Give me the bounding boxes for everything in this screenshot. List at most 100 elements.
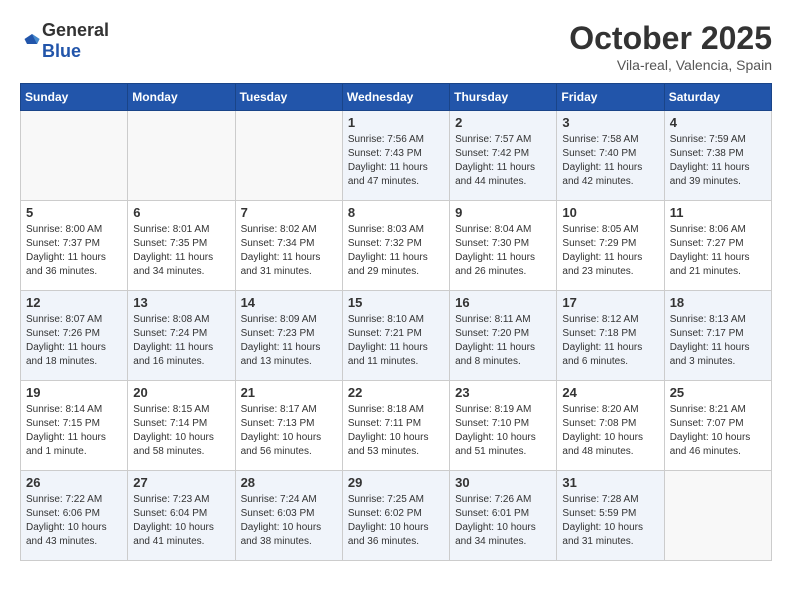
calendar-cell — [235, 111, 342, 201]
day-number: 27 — [133, 475, 229, 490]
day-number: 7 — [241, 205, 337, 220]
week-row-5: 26 Sunrise: 7:22 AMSunset: 6:06 PMDayligh… — [21, 471, 772, 561]
month-title: October 2025 — [569, 20, 772, 57]
header-row: SundayMondayTuesdayWednesdayThursdayFrid… — [21, 84, 772, 111]
day-number: 13 — [133, 295, 229, 310]
calendar-cell — [128, 111, 235, 201]
day-number: 20 — [133, 385, 229, 400]
calendar-cell: 20Sunrise: 8:15 AMSunset: 7:14 PMDayligh… — [128, 381, 235, 471]
day-header-saturday: Saturday — [664, 84, 771, 111]
day-number: 5 — [26, 205, 122, 220]
logo-icon — [22, 29, 42, 49]
logo-general: General — [42, 20, 109, 40]
day-number: 25 — [670, 385, 766, 400]
calendar-cell: 18 Sunrise: 8:13 AMSunset: 7:17 PMDayligh… — [664, 291, 771, 381]
calendar-cell: 4Sunrise: 7:59 AMSunset: 7:38 PMDaylight… — [664, 111, 771, 201]
calendar-cell: 26 Sunrise: 7:22 AMSunset: 6:06 PMDayligh… — [21, 471, 128, 561]
day-number: 22 — [348, 385, 444, 400]
day-info: Sunrise: 7:57 AMSunset: 7:42 PMDaylight:… — [455, 133, 551, 189]
calendar-table: SundayMondayTuesdayWednesdayThursdayFrid… — [20, 83, 772, 561]
day-info: Sunrise: 8:21 AMSunset: 7:07 PMDaylight:… — [670, 403, 766, 459]
week-row-4: 19 Sunrise: 8:14 AMSunset: 7:15 PMDayligh… — [21, 381, 772, 471]
calendar-cell: 2 Sunrise: 7:57 AMSunset: 7:42 PMDaylight… — [450, 111, 557, 201]
calendar-cell: 3 Sunrise: 7:58 AMSunset: 7:40 PMDaylight… — [557, 111, 664, 201]
day-info: Sunrise: 8:08 AMSunset: 7:24 PMDaylight:… — [133, 313, 229, 369]
week-row-1: 1Sunrise: 7:56 AMSunset: 7:43 PMDaylight… — [21, 111, 772, 201]
page-header: General Blue October 2025 Vila-real, Val… — [20, 20, 772, 73]
day-info: Sunrise: 7:56 AMSunset: 7:43 PMDaylight:… — [348, 133, 444, 189]
calendar-cell: 23Sunrise: 8:19 AMSunset: 7:10 PMDayligh… — [450, 381, 557, 471]
day-header-thursday: Thursday — [450, 84, 557, 111]
calendar-cell: 15Sunrise: 8:10 AMSunset: 7:21 PMDayligh… — [342, 291, 449, 381]
day-number: 10 — [562, 205, 658, 220]
week-row-3: 12Sunrise: 8:07 AMSunset: 7:26 PMDayligh… — [21, 291, 772, 381]
calendar-cell: 25 Sunrise: 8:21 AMSunset: 7:07 PMDayligh… — [664, 381, 771, 471]
calendar-cell: 13 Sunrise: 8:08 AMSunset: 7:24 PMDayligh… — [128, 291, 235, 381]
day-info: Sunrise: 7:28 AMSunset: 5:59 PMDaylight:… — [562, 493, 658, 549]
day-number: 24 — [562, 385, 658, 400]
day-info: Sunrise: 8:13 AMSunset: 7:17 PMDaylight:… — [670, 313, 766, 369]
calendar-cell: 11 Sunrise: 8:06 AMSunset: 7:27 PMDayligh… — [664, 201, 771, 291]
day-info: Sunrise: 8:12 AMSunset: 7:18 PMDaylight:… — [562, 313, 658, 369]
calendar-cell: 6Sunrise: 8:01 AMSunset: 7:35 PMDaylight… — [128, 201, 235, 291]
day-info: Sunrise: 8:17 AMSunset: 7:13 PMDaylight:… — [241, 403, 337, 459]
day-number: 18 — [670, 295, 766, 310]
day-number: 11 — [670, 205, 766, 220]
day-number: 3 — [562, 115, 658, 130]
week-row-2: 5 Sunrise: 8:00 AMSunset: 7:37 PMDaylight… — [21, 201, 772, 291]
calendar-cell: 5 Sunrise: 8:00 AMSunset: 7:37 PMDaylight… — [21, 201, 128, 291]
day-number: 19 — [26, 385, 122, 400]
location: Vila-real, Valencia, Spain — [569, 57, 772, 73]
calendar-cell: 8 Sunrise: 8:03 AMSunset: 7:32 PMDaylight… — [342, 201, 449, 291]
day-info: Sunrise: 8:03 AMSunset: 7:32 PMDaylight:… — [348, 223, 444, 279]
day-info: Sunrise: 8:07 AMSunset: 7:26 PMDaylight:… — [26, 313, 122, 369]
day-number: 30 — [455, 475, 551, 490]
calendar-cell — [664, 471, 771, 561]
day-info: Sunrise: 8:02 AMSunset: 7:34 PMDaylight:… — [241, 223, 337, 279]
day-header-wednesday: Wednesday — [342, 84, 449, 111]
logo: General Blue — [20, 20, 109, 62]
calendar-cell: 29Sunrise: 7:25 AMSunset: 6:02 PMDayligh… — [342, 471, 449, 561]
day-number: 6 — [133, 205, 229, 220]
day-number: 28 — [241, 475, 337, 490]
calendar-cell: 22Sunrise: 8:18 AMSunset: 7:11 PMDayligh… — [342, 381, 449, 471]
calendar-cell: 1Sunrise: 7:56 AMSunset: 7:43 PMDaylight… — [342, 111, 449, 201]
calendar-cell: 31Sunrise: 7:28 AMSunset: 5:59 PMDayligh… — [557, 471, 664, 561]
day-info: Sunrise: 7:59 AMSunset: 7:38 PMDaylight:… — [670, 133, 766, 189]
calendar-cell: 10 Sunrise: 8:05 AMSunset: 7:29 PMDayligh… — [557, 201, 664, 291]
day-number: 21 — [241, 385, 337, 400]
day-info: Sunrise: 8:19 AMSunset: 7:10 PMDaylight:… — [455, 403, 551, 459]
day-info: Sunrise: 8:14 AMSunset: 7:15 PMDaylight:… — [26, 403, 122, 459]
day-info: Sunrise: 7:22 AMSunset: 6:06 PMDaylight:… — [26, 493, 122, 549]
calendar-cell: 28 Sunrise: 7:24 AMSunset: 6:03 PMDayligh… — [235, 471, 342, 561]
calendar-cell: 21 Sunrise: 8:17 AMSunset: 7:13 PMDayligh… — [235, 381, 342, 471]
day-header-friday: Friday — [557, 84, 664, 111]
calendar-cell: 24 Sunrise: 8:20 AMSunset: 7:08 PMDayligh… — [557, 381, 664, 471]
calendar-cell: 27Sunrise: 7:23 AMSunset: 6:04 PMDayligh… — [128, 471, 235, 561]
day-info: Sunrise: 7:58 AMSunset: 7:40 PMDaylight:… — [562, 133, 658, 189]
day-info: Sunrise: 8:05 AMSunset: 7:29 PMDaylight:… — [562, 223, 658, 279]
day-number: 8 — [348, 205, 444, 220]
day-info: Sunrise: 8:20 AMSunset: 7:08 PMDaylight:… — [562, 403, 658, 459]
day-info: Sunrise: 8:04 AMSunset: 7:30 PMDaylight:… — [455, 223, 551, 279]
calendar-cell — [21, 111, 128, 201]
day-info: Sunrise: 7:26 AMSunset: 6:01 PMDaylight:… — [455, 493, 551, 549]
calendar-cell: 7 Sunrise: 8:02 AMSunset: 7:34 PMDaylight… — [235, 201, 342, 291]
day-info: Sunrise: 8:06 AMSunset: 7:27 PMDaylight:… — [670, 223, 766, 279]
day-number: 9 — [455, 205, 551, 220]
day-number: 26 — [26, 475, 122, 490]
day-number: 16 — [455, 295, 551, 310]
day-number: 29 — [348, 475, 444, 490]
calendar-cell: 16Sunrise: 8:11 AMSunset: 7:20 PMDayligh… — [450, 291, 557, 381]
calendar-cell: 17Sunrise: 8:12 AMSunset: 7:18 PMDayligh… — [557, 291, 664, 381]
day-header-sunday: Sunday — [21, 84, 128, 111]
calendar-cell: 12Sunrise: 8:07 AMSunset: 7:26 PMDayligh… — [21, 291, 128, 381]
day-number: 2 — [455, 115, 551, 130]
day-info: Sunrise: 7:24 AMSunset: 6:03 PMDaylight:… — [241, 493, 337, 549]
logo-blue: Blue — [42, 41, 81, 61]
day-info: Sunrise: 8:00 AMSunset: 7:37 PMDaylight:… — [26, 223, 122, 279]
title-block: October 2025 Vila-real, Valencia, Spain — [569, 20, 772, 73]
calendar-cell: 30 Sunrise: 7:26 AMSunset: 6:01 PMDayligh… — [450, 471, 557, 561]
day-header-monday: Monday — [128, 84, 235, 111]
day-info: Sunrise: 8:10 AMSunset: 7:21 PMDaylight:… — [348, 313, 444, 369]
